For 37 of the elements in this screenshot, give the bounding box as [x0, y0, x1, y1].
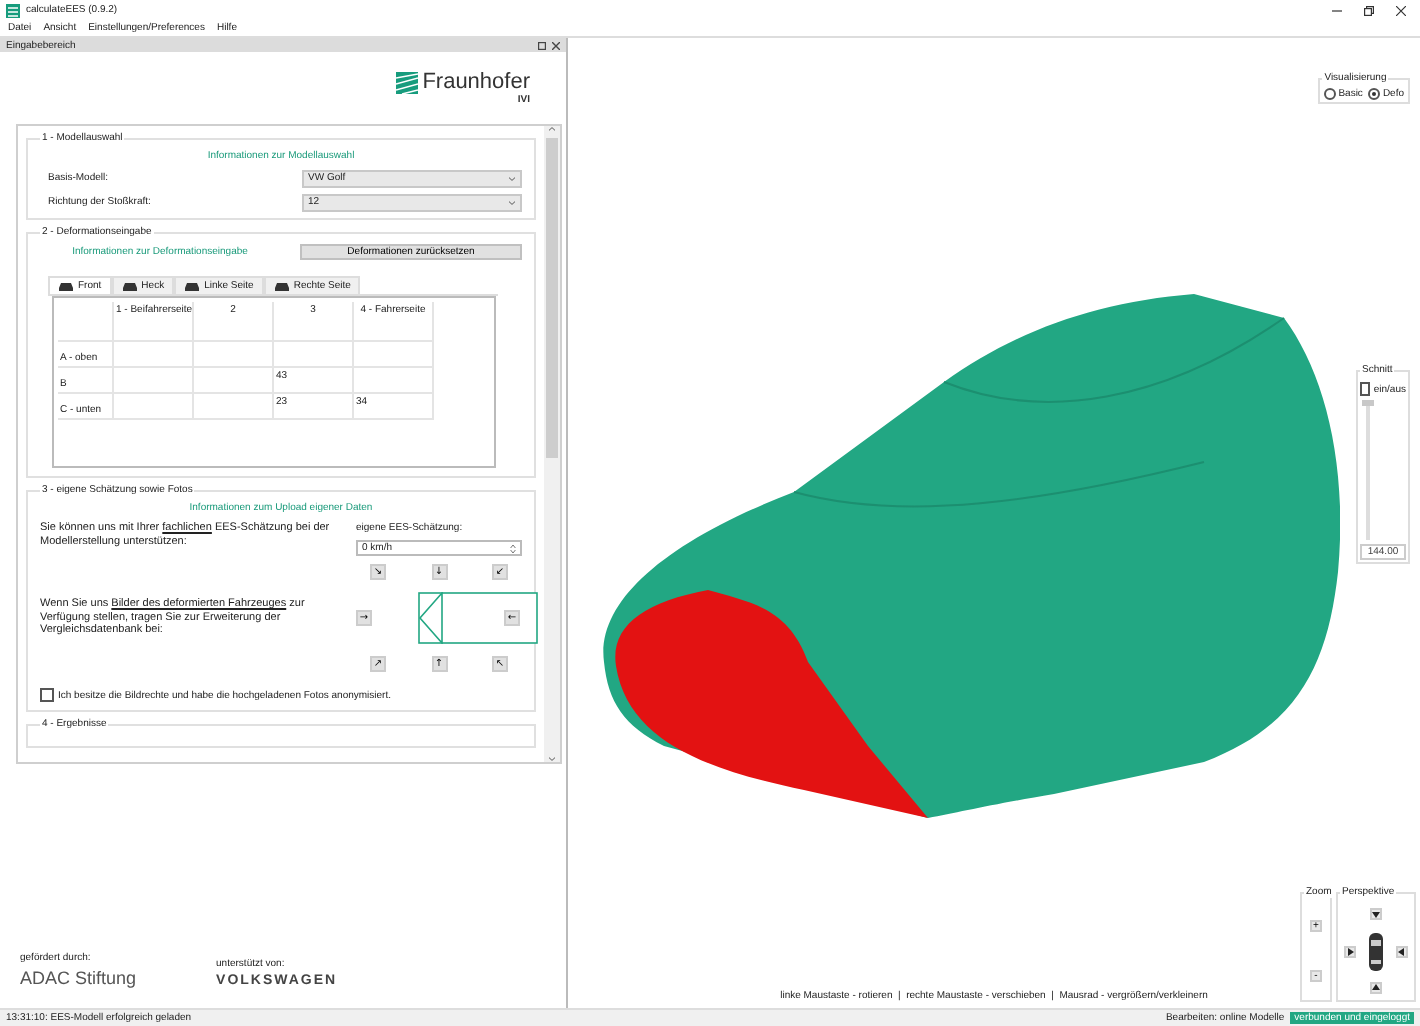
restore-icon[interactable]: [1364, 5, 1374, 15]
table-cell[interactable]: [114, 368, 194, 394]
table-cell[interactable]: [354, 368, 434, 394]
checkbox[interactable]: [40, 688, 54, 702]
table-cell[interactable]: [194, 368, 274, 394]
view-bottom-button[interactable]: [1369, 981, 1382, 994]
table-cell[interactable]: [354, 342, 434, 368]
car-icon: [184, 280, 201, 292]
vehicle-outline-drawing[interactable]: [418, 592, 538, 644]
table-cell[interactable]: [194, 342, 274, 368]
scrollbar[interactable]: [544, 126, 560, 762]
car-icon: [58, 280, 74, 292]
logo-text: Fraunhofer: [422, 70, 530, 94]
car-icon: [121, 280, 138, 292]
view-right-button[interactable]: [1395, 945, 1408, 957]
car-top-view-icon: [1367, 931, 1384, 971]
table-cell[interactable]: [274, 342, 354, 368]
caret-icon: [508, 175, 516, 181]
logo-icon: [396, 71, 419, 93]
table-cell[interactable]: [114, 342, 194, 368]
table-cell[interactable]: [114, 394, 194, 420]
minimize-icon[interactable]: [1332, 5, 1342, 15]
view-top-button[interactable]: [1369, 908, 1382, 921]
scroll-up-icon[interactable]: [548, 126, 556, 132]
table-cell: [58, 302, 114, 342]
float-icon[interactable]: [538, 41, 546, 49]
sponsor-logo-text: ADAC Stiftung: [20, 968, 137, 988]
spin-arrows-icon[interactable]: [510, 543, 516, 553]
car-icon: [273, 280, 290, 292]
slider-thumb[interactable]: [1362, 400, 1374, 406]
caret-icon: [508, 199, 516, 205]
checkbox[interactable]: [1360, 382, 1370, 396]
close-icon[interactable]: [1396, 5, 1406, 15]
table-cell[interactable]: [194, 394, 274, 420]
scroll-down-icon[interactable]: [548, 756, 556, 762]
view-left-button[interactable]: [1344, 945, 1357, 957]
close-icon[interactable]: [552, 41, 560, 49]
